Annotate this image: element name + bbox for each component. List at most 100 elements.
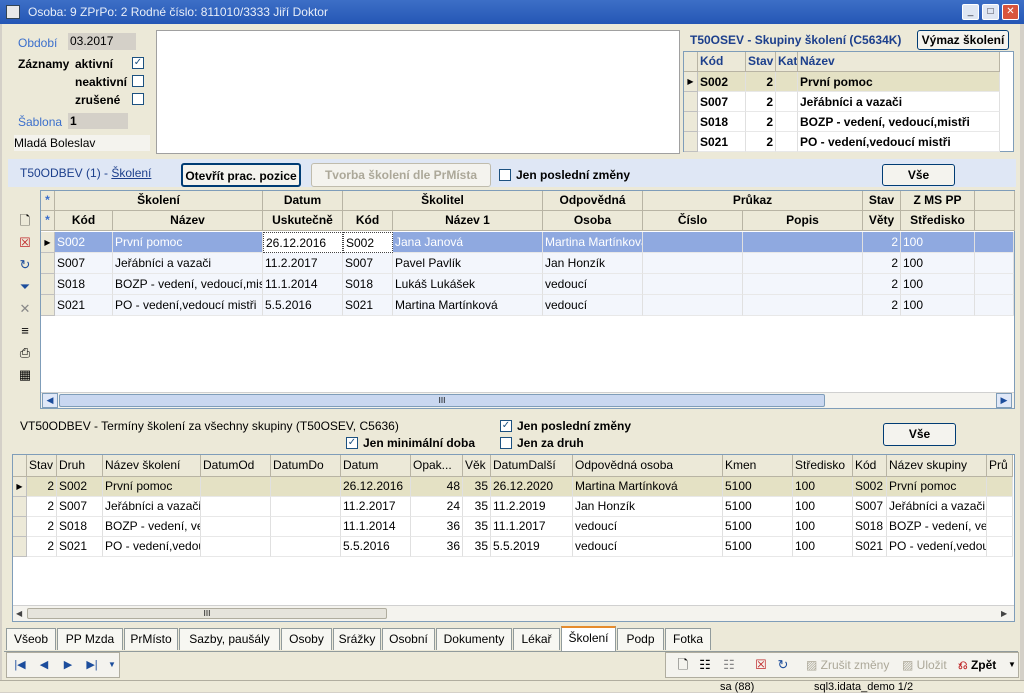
ter-header-cell[interactable]: Kmen xyxy=(723,455,793,477)
tab-8[interactable]: Dokumenty xyxy=(436,628,512,650)
tab-5[interactable]: Osoby xyxy=(281,628,332,650)
odbev-cell-nazev[interactable]: BOZP - vedení, vedoucí,mistři xyxy=(113,274,263,295)
osev-row-selector[interactable] xyxy=(684,92,698,112)
ter-cell-dalsi[interactable]: 5.5.2019 xyxy=(491,537,573,557)
bottom-list2-icon[interactable]: ☷ xyxy=(720,656,738,674)
obdobi-field[interactable]: 03.2017 xyxy=(68,33,136,50)
ter-cell-stav[interactable]: 2 xyxy=(27,517,57,537)
odbev-row-selector[interactable] xyxy=(41,274,55,295)
odbev-cell-kod[interactable]: S007 xyxy=(55,253,113,274)
ter-header-cell[interactable]: Opak... xyxy=(411,455,463,477)
osev-cell-kod[interactable]: S018 xyxy=(698,112,746,132)
odbev-cell-nazev[interactable]: Jeřábníci a vazači xyxy=(113,253,263,274)
osev-cell-nazev[interactable]: PO - vedení,vedoucí mistři xyxy=(798,132,1000,152)
odbev-header-cell[interactable]: Kód xyxy=(343,211,393,231)
odbev-cell-datum[interactable]: 11.1.2014 xyxy=(263,274,343,295)
odbev-row-selector[interactable] xyxy=(41,295,55,316)
odbev-header-cell[interactable]: Osoba xyxy=(543,211,643,231)
zrusit-zmeny-button[interactable]: ▨ Zrušit změny xyxy=(806,658,889,672)
sablona-field[interactable]: 1 xyxy=(68,113,128,129)
ter-cell-kmen[interactable]: 5100 xyxy=(723,537,793,557)
refresh-icon[interactable]: ↻ xyxy=(16,256,34,274)
last-record-icon[interactable]: ▶| xyxy=(82,655,102,675)
zrusene-checkbox[interactable] xyxy=(132,93,144,105)
ter-cell-vek[interactable]: 35 xyxy=(463,477,491,497)
odbev-cell-datum[interactable]: 26.12.2016 xyxy=(263,232,343,253)
ter-cell-stav[interactable]: 2 xyxy=(27,537,57,557)
ter-row-selector[interactable] xyxy=(13,517,27,537)
odbev-cell-vety[interactable]: 2 xyxy=(863,253,901,274)
ter-cell-stav[interactable]: 2 xyxy=(27,497,57,517)
ter-cell-kod[interactable]: S007 xyxy=(853,497,887,517)
print-icon[interactable]: ⎙ xyxy=(16,344,34,362)
ter-cell-skup[interactable]: PO - vedení,vedoucí mistři xyxy=(887,537,987,557)
osev-cell-kat[interactable] xyxy=(776,92,798,112)
odbev-cell-stred[interactable]: 100 xyxy=(901,232,975,253)
ter-cell-kmen[interactable]: 5100 xyxy=(723,497,793,517)
ter-header-cell[interactable]: Druh xyxy=(57,455,103,477)
ter-cell-stred[interactable]: 100 xyxy=(793,477,853,497)
ter-header-cell[interactable]: Kód xyxy=(853,455,887,477)
osev-cell-kod[interactable]: S002 xyxy=(698,72,746,92)
odbev-header-cell[interactable]: Číslo xyxy=(643,211,743,231)
ter-cell-osoba[interactable]: Jan Honzík xyxy=(573,497,723,517)
maximize-button[interactable]: □ xyxy=(982,4,999,20)
tab-7[interactable]: Osobní xyxy=(382,628,435,650)
ter-cell-osoba[interactable]: Martina Martínková xyxy=(573,477,723,497)
odbev-cell-vety[interactable]: 2 xyxy=(863,232,901,253)
odbev-cell-osoba[interactable]: vedoucí xyxy=(543,295,643,316)
bottom-refresh-icon[interactable]: ↻ xyxy=(774,656,792,674)
aktivni-checkbox[interactable]: ✓ xyxy=(132,57,144,69)
ter-cell-od[interactable] xyxy=(201,517,271,537)
odbev-cell-skod[interactable]: S002 xyxy=(343,232,393,253)
ter-cell-dalsi[interactable]: 11.2.2019 xyxy=(491,497,573,517)
odbev-header-cell[interactable]: Uskutečně xyxy=(263,211,343,231)
ter-cell-skup[interactable]: BOZP - vedení, vedoucí,mistři xyxy=(887,517,987,537)
odbev-cell-popis[interactable] xyxy=(743,232,863,253)
terminy-vse-button[interactable]: Vše xyxy=(883,423,956,446)
close-button[interactable]: ✕ xyxy=(1002,4,1019,20)
ter-cell-kmen[interactable]: 5100 xyxy=(723,517,793,537)
ter-cell-opak[interactable]: 24 xyxy=(411,497,463,517)
ter-header-cell[interactable]: Název školení xyxy=(103,455,201,477)
ter-cell-skup[interactable]: Jeřábníci a vazači xyxy=(887,497,987,517)
ter-cell-stred[interactable]: 100 xyxy=(793,517,853,537)
odbev-cell-stred[interactable]: 100 xyxy=(901,274,975,295)
odbev-row-selector[interactable]: ▶ xyxy=(41,232,55,253)
ter-cell-opak[interactable]: 48 xyxy=(411,477,463,497)
ter-cell-vek[interactable]: 35 xyxy=(463,517,491,537)
tab-9[interactable]: Lékař xyxy=(513,628,560,650)
odbev-cell-snazev[interactable]: Jana Janová xyxy=(393,232,543,253)
osev-cell-stav[interactable]: 2 xyxy=(746,132,776,152)
ter-cell-osoba[interactable]: vedoucí xyxy=(573,517,723,537)
odbev-cell-osoba[interactable]: vedoucí xyxy=(543,274,643,295)
tab-12[interactable]: Fotka xyxy=(665,628,711,650)
odbev-cell-datum[interactable]: 5.5.2016 xyxy=(263,295,343,316)
ter-cell-druh[interactable]: S002 xyxy=(57,477,103,497)
zpet-button[interactable]: ⎌ Zpět xyxy=(958,658,996,673)
terminy-scroll-right-icon[interactable]: ▶ xyxy=(1001,609,1007,618)
ter-cell-vek[interactable]: 35 xyxy=(463,537,491,557)
osev-row-selector[interactable] xyxy=(684,112,698,132)
odbev-header-cell[interactable]: Název 1 xyxy=(393,211,543,231)
terminy-scroll-left-icon[interactable]: ◀ xyxy=(16,609,22,618)
new-record-icon[interactable]: 🗋 xyxy=(16,212,34,230)
odbev-cell-cislo[interactable] xyxy=(643,274,743,295)
odbev-cell-nazev[interactable]: PO - vedení,vedoucí mistři xyxy=(113,295,263,316)
osev-cell-kat[interactable] xyxy=(776,72,798,92)
tvorba-skoleni-button[interactable]: Tvorba školení dle PrMísta xyxy=(311,163,491,187)
odbev-vse-button[interactable]: Vše xyxy=(882,164,955,186)
ter-header-cell[interactable]: Stav xyxy=(27,455,57,477)
ter-header-cell[interactable]: Věk xyxy=(463,455,491,477)
clear-filter-icon[interactable]: ✕ xyxy=(16,300,34,318)
odbev-cell-kod[interactable]: S021 xyxy=(55,295,113,316)
toolbar-dropdown-icon[interactable]: ▼ xyxy=(1008,660,1016,669)
tab-11[interactable]: Podp xyxy=(617,628,664,650)
ter-header-cell[interactable]: Prů xyxy=(987,455,1013,477)
odbev-cell-skod[interactable]: S021 xyxy=(343,295,393,316)
odbev-cell-cislo[interactable] xyxy=(643,253,743,274)
odbev-header-cell[interactable]: Popis xyxy=(743,211,863,231)
osev-cell-nazev[interactable]: První pomoc xyxy=(798,72,1000,92)
ter-cell-druh[interactable]: S018 xyxy=(57,517,103,537)
tab-10[interactable]: Školení xyxy=(561,626,616,652)
